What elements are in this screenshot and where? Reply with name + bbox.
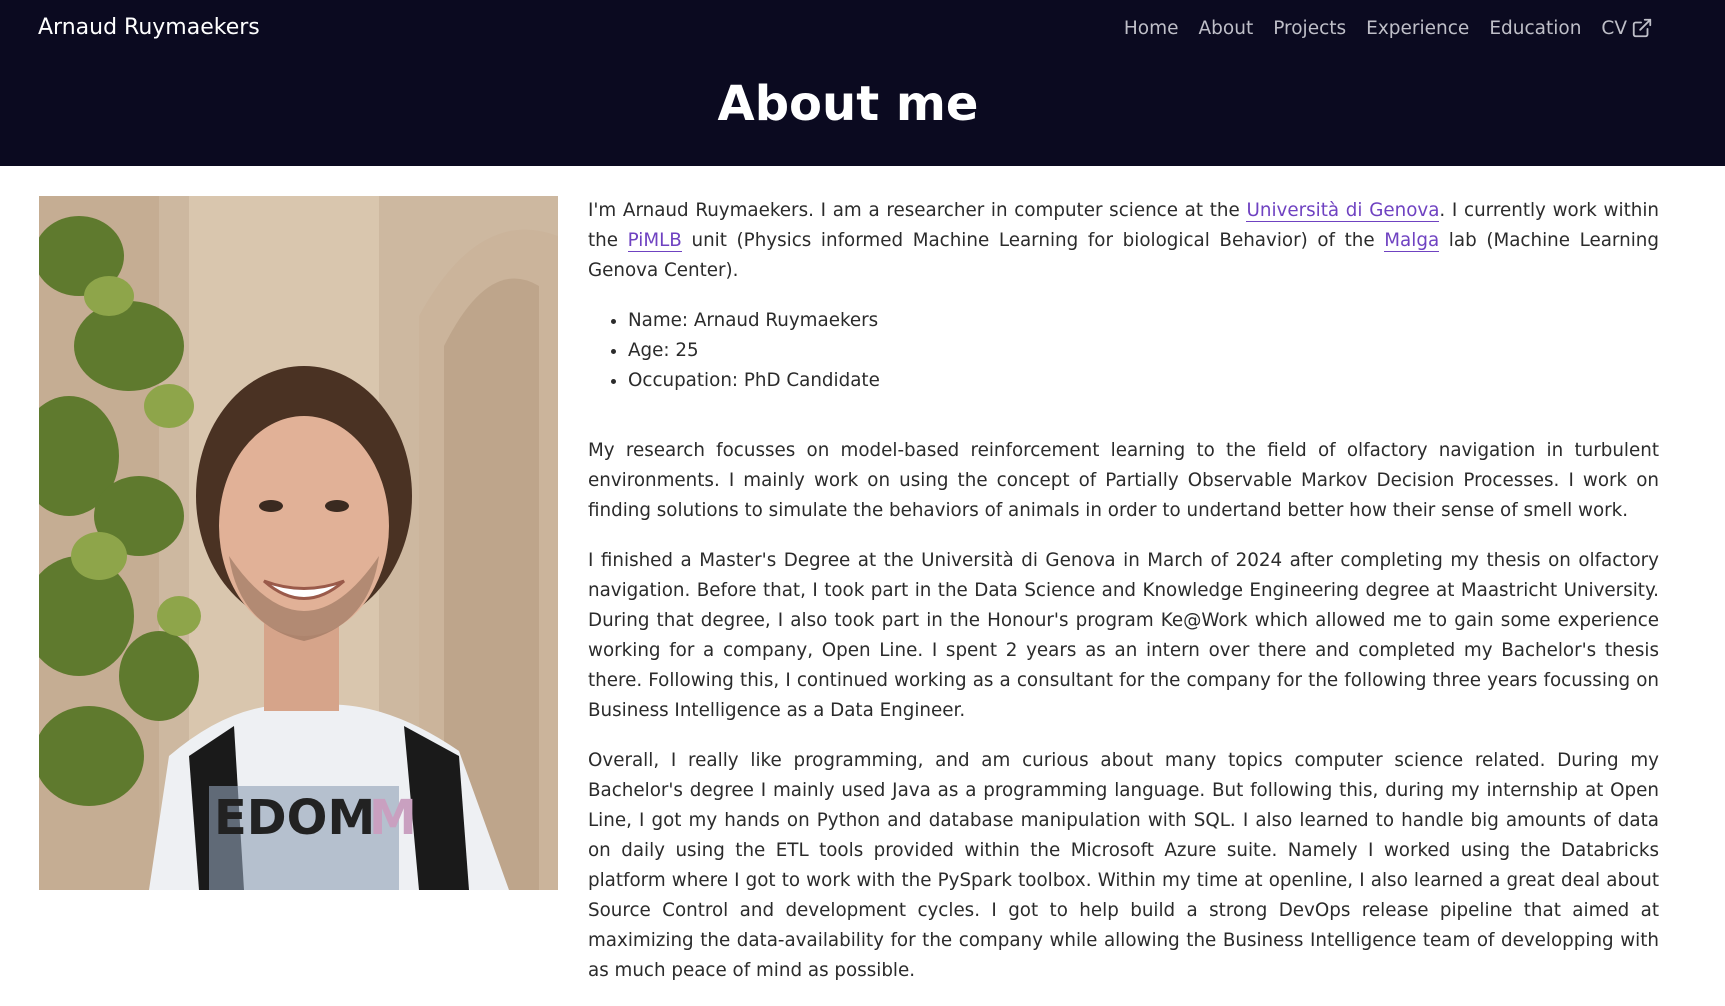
skills-paragraph: Overall, I really like programming, and … xyxy=(588,750,1659,981)
nav-experience[interactable]: Experience xyxy=(1366,18,1469,39)
nav-cv-label: CV xyxy=(1601,17,1627,39)
nav-home[interactable]: Home xyxy=(1124,18,1179,39)
main-nav: Home About Projects Experience Education… xyxy=(1124,17,1653,39)
link-pimlb[interactable]: PiMLB xyxy=(627,230,682,252)
about-content: I'm Arnaud Ruymaekers. I am a researcher… xyxy=(588,196,1659,1006)
fact-occupation: Occupation: PhD Candidate xyxy=(628,366,1659,396)
nav-about[interactable]: About xyxy=(1199,18,1254,39)
research-paragraph: My research focusses on model-based rein… xyxy=(588,440,1659,521)
nav-cv[interactable]: CV xyxy=(1601,17,1653,39)
education-paragraph: I finished a Master's Degree at the Univ… xyxy=(588,550,1659,721)
fact-name: Name: Arnaud Ruymaekers xyxy=(628,306,1659,336)
shirt-print-text-tail: M xyxy=(369,790,417,846)
nav-projects[interactable]: Projects xyxy=(1273,18,1346,39)
profile-photo: EDOM M xyxy=(39,196,558,890)
brand-name[interactable]: Arnaud Ruymaekers xyxy=(38,15,260,40)
page-title: About me xyxy=(717,76,979,132)
nav-education[interactable]: Education xyxy=(1489,18,1581,39)
intro-text-1: I'm Arnaud Ruymaekers. I am a researcher… xyxy=(588,200,1247,221)
shirt-print-text: EDOM xyxy=(214,790,375,846)
external-link-icon xyxy=(1631,17,1653,39)
personal-facts-list: Name: Arnaud Ruymaekers Age: 25 Occupati… xyxy=(628,306,1659,396)
link-malga[interactable]: Malga xyxy=(1384,230,1440,252)
intro-text-3: unit (Physics informed Machine Learning … xyxy=(681,230,1385,251)
intro-paragraph: I'm Arnaud Ruymaekers. I am a researcher… xyxy=(588,196,1659,286)
fact-age: Age: 25 xyxy=(628,336,1659,366)
link-universita-di-genova[interactable]: Università di Genova xyxy=(1246,200,1440,222)
page-header: Arnaud Ruymaekers Home About Projects Ex… xyxy=(0,0,1725,166)
